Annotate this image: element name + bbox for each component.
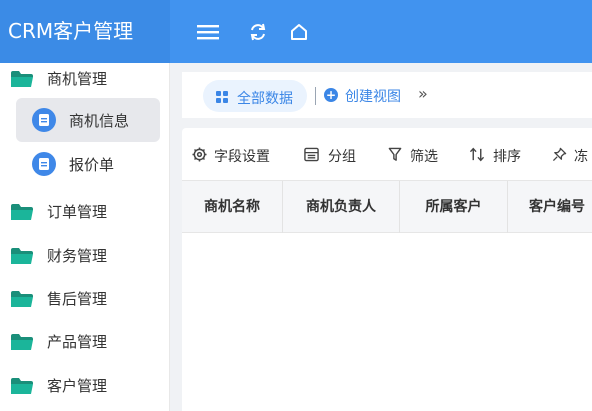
sort-label: 排序 bbox=[493, 149, 521, 165]
group-button[interactable]: 分组 bbox=[304, 145, 364, 165]
column-header[interactable]: 商机名称 bbox=[182, 181, 283, 233]
freeze-button[interactable]: 冻 bbox=[552, 145, 592, 165]
menu-icon[interactable] bbox=[196, 0, 220, 63]
column-header[interactable]: 客户编号 bbox=[508, 181, 592, 233]
sidebar-item-customers[interactable]: 客户管理 bbox=[0, 370, 170, 400]
folder-icon bbox=[11, 71, 33, 87]
view-bar: 全部数据 + 创建视图 » bbox=[182, 72, 592, 118]
app-title: CRM客户管理 bbox=[0, 0, 170, 63]
pin-icon bbox=[552, 147, 567, 162]
sidebar-subitem-label: 商机信息 bbox=[69, 112, 130, 130]
divider bbox=[315, 87, 316, 105]
view-all-data-tab[interactable]: 全部数据 bbox=[203, 80, 307, 112]
filter-icon bbox=[388, 147, 402, 161]
field-settings-label: 字段设置 bbox=[214, 149, 270, 165]
sidebar-subitem-opportunity-info[interactable]: 商机信息 bbox=[16, 98, 160, 142]
refresh-icon[interactable] bbox=[247, 0, 269, 63]
sidebar-item-products[interactable]: 产品管理 bbox=[0, 326, 170, 356]
sidebar-item-orders[interactable]: 订单管理 bbox=[0, 196, 170, 226]
folder-icon bbox=[11, 334, 33, 350]
grid-icon bbox=[216, 91, 228, 103]
sidebar-item-label: 商机管理 bbox=[47, 69, 108, 88]
sort-button[interactable]: 排序 bbox=[469, 145, 529, 165]
home-icon[interactable] bbox=[288, 0, 310, 63]
sidebar-item-finance[interactable]: 财务管理 bbox=[0, 240, 170, 270]
group-icon bbox=[304, 147, 319, 162]
filter-button[interactable]: 筛选 bbox=[388, 145, 448, 165]
freeze-label: 冻 bbox=[574, 149, 588, 165]
sidebar-item-after-sales[interactable]: 售后管理 bbox=[0, 283, 170, 313]
sidebar-subitem-quotation[interactable]: 报价单 bbox=[16, 142, 160, 186]
sort-icon bbox=[469, 147, 485, 162]
double-chevron-right-icon[interactable]: » bbox=[418, 84, 428, 103]
column-header[interactable]: 所属客户 bbox=[400, 181, 508, 233]
table-header: 商机名称 商机负责人 所属客户 客户编号 bbox=[182, 180, 592, 233]
group-label: 分组 bbox=[328, 149, 356, 165]
document-icon bbox=[32, 152, 56, 176]
sidebar: 商机管理 商机信息 报价单 订单管理 财务管理 售后管理 产品管理 客户管理 bbox=[0, 63, 170, 411]
field-settings-button[interactable]: 字段设置 bbox=[192, 145, 282, 165]
folder-icon bbox=[11, 248, 33, 264]
filter-label: 筛选 bbox=[410, 149, 438, 165]
create-view-label: 创建视图 bbox=[345, 89, 401, 105]
document-icon bbox=[32, 108, 56, 132]
data-panel: 字段设置 分组 筛选 排序 冻 bbox=[182, 128, 592, 411]
folder-icon bbox=[11, 204, 33, 220]
sidebar-subitem-label: 报价单 bbox=[69, 156, 115, 174]
sidebar-item-label: 客户管理 bbox=[47, 376, 108, 395]
folder-icon bbox=[11, 378, 33, 394]
plus-circle-icon: + bbox=[324, 88, 338, 102]
view-all-label: 全部数据 bbox=[237, 91, 293, 107]
folder-icon bbox=[11, 291, 33, 307]
sidebar-item-opportunity[interactable]: 商机管理 bbox=[0, 63, 170, 93]
sidebar-item-label: 订单管理 bbox=[47, 202, 108, 221]
top-toolbar bbox=[170, 0, 592, 63]
column-header[interactable]: 商机负责人 bbox=[283, 181, 400, 233]
sidebar-item-label: 财务管理 bbox=[47, 246, 108, 265]
sidebar-item-label: 产品管理 bbox=[47, 332, 108, 351]
gear-icon bbox=[192, 147, 207, 162]
sidebar-item-label: 售后管理 bbox=[47, 289, 108, 308]
